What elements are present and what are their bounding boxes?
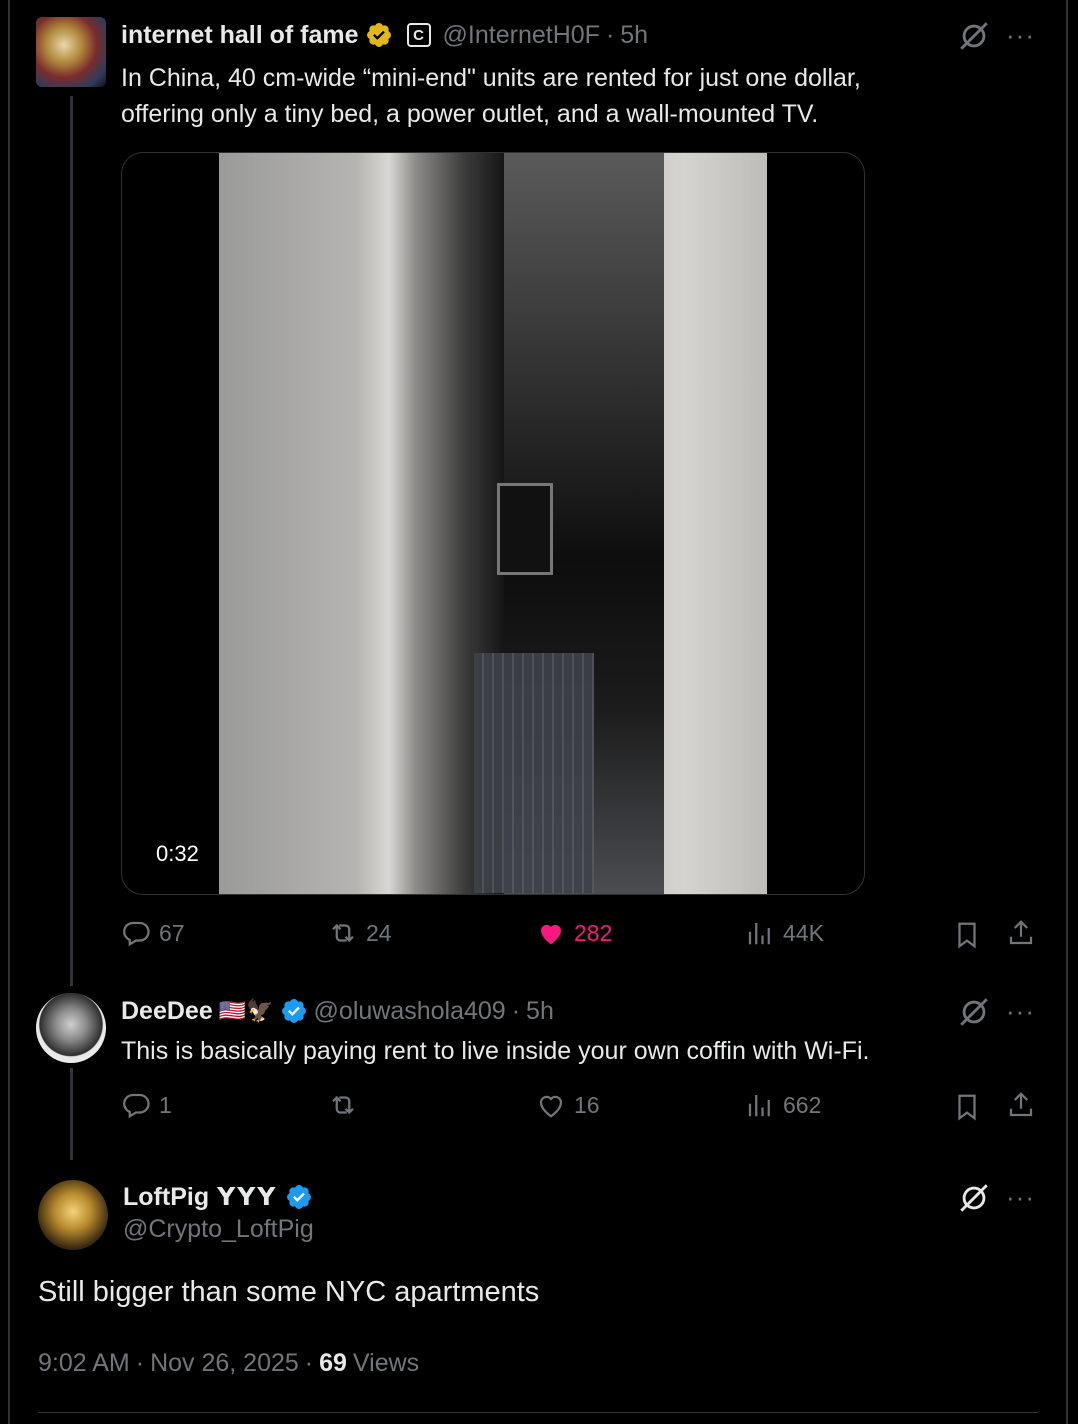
like-count: 282: [574, 919, 613, 946]
divider: [38, 1412, 1038, 1413]
video-bed: [474, 653, 594, 893]
bookmark-icon[interactable]: [952, 1092, 982, 1122]
heart-icon: [541, 924, 561, 945]
author-handle[interactable]: @Crypto_LoftPig: [123, 1215, 314, 1244]
bookmark-icon[interactable]: [952, 920, 982, 950]
repost-icon: [332, 1095, 354, 1115]
views-button[interactable]: 44K: [745, 918, 824, 948]
more-options-button[interactable]: ···: [1006, 1182, 1035, 1213]
frame-border-left: [8, 0, 10, 1165]
video-thumbnail: [219, 153, 767, 894]
reply-button[interactable]: 67: [121, 918, 185, 948]
like-button[interactable]: 282: [536, 918, 612, 948]
reply-icon: [123, 1093, 150, 1119]
views-count: 69: [319, 1349, 347, 1377]
tweet-header: internet hall of fame C @InternetH0F · 5…: [121, 17, 648, 53]
heart-icon: [539, 1095, 563, 1118]
video-tv: [497, 483, 553, 575]
name-emoji: 🇺🇸🦅: [218, 998, 274, 1023]
verified-badge-icon: [366, 23, 391, 47]
views-icon: [748, 1095, 770, 1117]
author-name[interactable]: LoftPig: [123, 1183, 209, 1212]
grok-icon[interactable]: [957, 19, 991, 53]
post-date[interactable]: Nov 26, 2025: [150, 1349, 299, 1378]
avatar[interactable]: [36, 993, 106, 1063]
more-options-button[interactable]: ···: [1006, 20, 1035, 51]
reply-button[interactable]: 1: [121, 1090, 172, 1120]
share-icon[interactable]: [1006, 918, 1036, 948]
view-count: 44K: [783, 919, 824, 946]
views-label: Views: [352, 1349, 420, 1377]
like-count: 16: [574, 1091, 600, 1118]
thread-line: [70, 96, 73, 986]
thread-line: [70, 1068, 73, 1160]
author-name[interactable]: DeeDee: [121, 997, 213, 1026]
views-button[interactable]: 662: [745, 1090, 821, 1120]
verified-badge-icon: [287, 1185, 312, 1209]
video-player[interactable]: 0:32: [121, 152, 865, 895]
avatar[interactable]: [38, 1180, 108, 1250]
reply-count: 67: [159, 919, 185, 946]
tweet-text: Still bigger than some NYC apartments: [38, 1276, 540, 1308]
verified-badge-icon: [281, 999, 306, 1023]
reply-count: 1: [159, 1091, 172, 1118]
view-count: 662: [783, 1091, 822, 1118]
grok-icon[interactable]: [957, 995, 991, 1029]
views-icon: [748, 923, 770, 945]
post-time[interactable]: 9:02 AM: [38, 1349, 130, 1378]
separator: ·: [135, 1349, 145, 1377]
like-button[interactable]: 16: [536, 1090, 600, 1120]
tweet-header: DeeDee 🇺🇸🦅 @oluwashola409 · 5h: [121, 993, 554, 1029]
frame-border-right: [1066, 0, 1068, 1165]
avatar[interactable]: [36, 17, 106, 87]
separator: ·: [304, 1349, 314, 1377]
timestamp[interactable]: 5h: [620, 21, 648, 50]
reply-icon: [123, 921, 150, 947]
separator: ·: [511, 996, 521, 1025]
tweet-text: This is basically paying rent to live in…: [121, 1037, 870, 1065]
frame-border-right-lower: [1066, 1165, 1068, 1424]
repost-button[interactable]: 24: [328, 918, 392, 948]
share-icon[interactable]: [1006, 1090, 1036, 1120]
more-options-button[interactable]: ···: [1006, 996, 1035, 1027]
repost-button[interactable]: [328, 1090, 366, 1120]
author-handle[interactable]: @oluwashola409: [314, 997, 506, 1026]
tweet-text: In China, 40 cm-wide “mini-end" units ar…: [121, 60, 1021, 132]
tweet-text-line: offering only a tiny bed, a power outlet…: [121, 100, 819, 128]
name-suffix: ꓬꓬꓬ: [217, 1183, 278, 1211]
repost-icon: [332, 923, 354, 943]
tweet-text-line: In China, 40 cm-wide “mini-end" units ar…: [121, 64, 861, 92]
video-duration: 0:32: [146, 839, 209, 869]
author-handle[interactable]: @InternetH0F: [443, 21, 600, 50]
affiliate-badge[interactable]: C: [406, 23, 431, 47]
tweet-header: LoftPig ꓬꓬꓬ: [123, 1179, 313, 1215]
grok-icon[interactable]: [957, 1181, 991, 1215]
timestamp[interactable]: 5h: [526, 997, 554, 1026]
tweet-meta: 9:02 AM · Nov 26, 2025 · 69 Views: [38, 1349, 419, 1378]
repost-count: 24: [366, 919, 392, 946]
separator: ·: [605, 20, 615, 49]
author-name[interactable]: internet hall of fame: [121, 21, 359, 50]
frame-border-left-lower: [8, 1165, 10, 1424]
